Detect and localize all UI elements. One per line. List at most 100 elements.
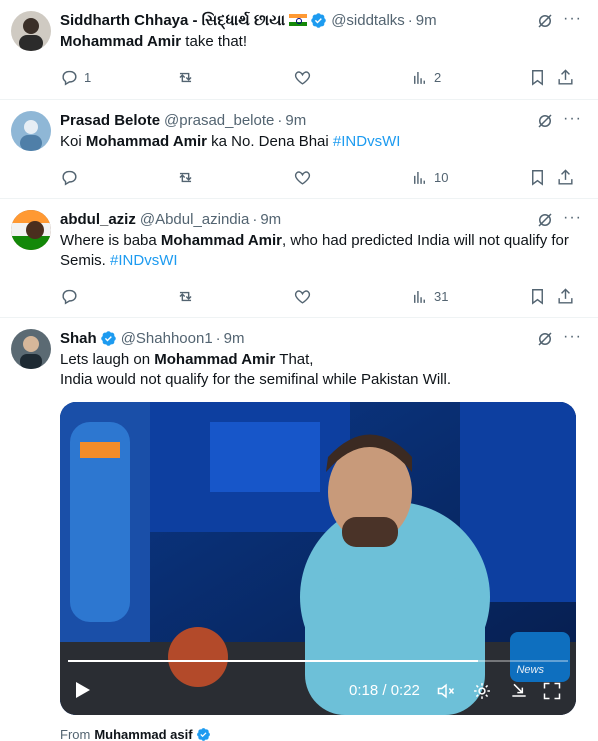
play-icon [76,682,90,698]
hashtag-link[interactable]: #INDvsWI [110,252,178,269]
bold-mention: Mohammad Amir [85,133,207,150]
author-handle[interactable]: @siddtalks [331,12,405,29]
tweet-3[interactable]: abdul_aziz @Abdul_azindia · 9m ··· Where… [0,199,598,318]
tweet-text: Mohammad Amir take that! [60,33,248,50]
heart-icon [294,290,311,304]
video-progress-track[interactable] [68,660,568,662]
grok-icon[interactable] [536,12,554,30]
more-options-icon[interactable]: ··· [563,328,582,346]
grok-icon[interactable] [536,330,554,348]
like-button[interactable] [293,168,317,187]
repost-button[interactable] [176,168,200,187]
reply-button[interactable] [60,287,84,306]
video-progress-fill [68,660,478,662]
author-name[interactable]: abdul_aziz [60,211,136,228]
timestamp[interactable]: 9m [416,12,437,29]
tweet-4[interactable]: Shah @Shahhoon1 · 9m ··· Lets laugh on M… [0,318,598,741]
action-bar: 10 [60,158,582,198]
bookmark-button[interactable] [528,287,547,306]
reply-icon [62,289,77,305]
bold-mention: Mohammad Amir [160,232,283,249]
views-icon [414,71,425,84]
reply-button[interactable] [60,168,84,187]
tweet-2[interactable]: Prasad Belote @prasad_belote · 9m ··· Ko… [0,100,598,199]
views-button[interactable]: 2 [410,68,441,87]
repost-button[interactable] [176,68,200,87]
pip-icon [512,683,526,697]
more-options-icon[interactable]: ··· [563,10,582,28]
share-icon [558,169,573,185]
author-name[interactable]: Shah [60,330,97,347]
settings-button[interactable] [472,681,492,705]
reply-button[interactable]: 1 [60,68,91,87]
heart-icon [294,171,311,185]
fullscreen-button[interactable] [542,681,562,705]
author-name[interactable]: Prasad Belote [60,112,160,129]
repost-icon [179,291,192,302]
bold-mention: Mohammad Amir [154,351,276,368]
video-player[interactable]: News 0:18 / 0:22 [60,402,576,715]
india-flag-icon [289,14,308,26]
author-handle[interactable]: @prasad_belote [164,112,274,129]
mute-button[interactable] [436,681,456,705]
grok-icon[interactable] [536,211,554,229]
avatar[interactable] [11,111,51,151]
views-button[interactable]: 10 [410,168,448,187]
verified-badge-icon [311,12,326,28]
avatar[interactable] [11,329,51,369]
bold-mention: Mohammad Amir [60,33,182,50]
verified-badge-icon [100,330,116,346]
repost-icon [179,172,192,183]
reply-icon [62,70,77,86]
fullscreen-icon [543,682,561,700]
views-icon [414,290,425,303]
play-button[interactable] [74,680,92,704]
gear-icon [474,683,490,699]
timestamp[interactable]: 9m [224,330,245,347]
views-icon [414,171,425,184]
avatar[interactable] [11,210,51,250]
minimize-button[interactable] [509,681,529,705]
author-handle[interactable]: @Abdul_azindia [140,211,249,228]
verified-badge-icon [196,727,210,741]
repost-button[interactable] [176,287,200,306]
tweet-text: Where is baba Mohammad Amir, who had pre… [60,232,569,269]
grok-icon[interactable] [536,112,554,130]
volume-muted-icon [437,683,455,699]
like-button[interactable] [293,68,317,87]
more-options-icon[interactable]: ··· [563,209,582,227]
share-button[interactable] [556,287,575,306]
bookmark-button[interactable] [528,68,547,87]
separator: · [215,329,221,347]
action-bar: 1 2 [60,58,582,98]
video-frame [60,402,576,715]
heart-icon [294,71,311,85]
avatar[interactable] [11,11,51,51]
timestamp[interactable]: 9m [285,112,306,129]
video-watermark: News [516,664,544,676]
share-button[interactable] [556,168,575,187]
source-account-link[interactable]: Muhammad asif [94,727,192,741]
share-button[interactable] [556,68,575,87]
tweet-1[interactable]: Siddharth Chhaya - સિદ્ધાર્થ છાયા @siddt… [0,0,598,100]
tweet-text: Lets laugh on Mohammad Amir That, India w… [60,351,452,388]
separator: · [407,11,413,29]
reply-icon [62,170,77,186]
tweet-text: Koi Mohammad Amir ka No. Dena Bhai #INDv… [60,133,401,150]
video-attribution: From Muhammad asif [60,723,582,741]
author-handle[interactable]: @Shahhoon1 [121,330,213,347]
more-options-icon[interactable]: ··· [563,110,582,128]
views-button[interactable]: 31 [410,287,448,306]
repost-icon [179,72,192,83]
bookmark-icon [532,170,543,186]
hashtag-link[interactable]: #INDvsWI [333,133,401,150]
separator: · [252,210,258,228]
like-button[interactable] [293,287,317,306]
timestamp[interactable]: 9m [260,211,281,228]
bookmark-button[interactable] [528,168,547,187]
author-name[interactable]: Siddharth Chhaya - સિદ્ધાર્થ છાયા [60,12,285,29]
bookmark-icon [532,289,543,305]
bookmark-icon [532,70,543,86]
separator: · [277,111,283,129]
share-icon [558,69,573,85]
